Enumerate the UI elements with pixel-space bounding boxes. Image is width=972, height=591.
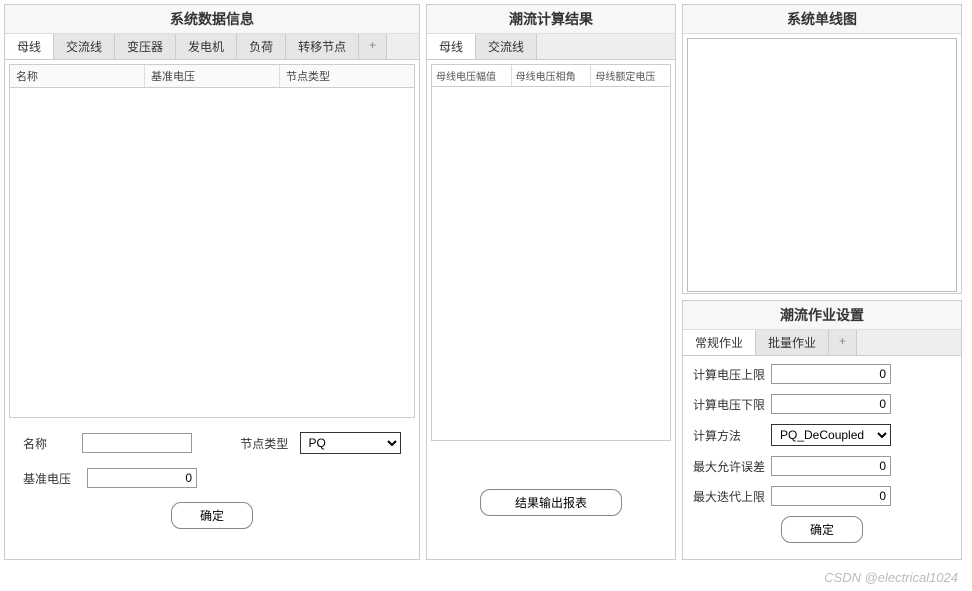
tab-transfer-node[interactable]: 转移节点 [286,34,359,59]
v-lower-label: 计算电压下限 [693,396,771,413]
col-base-voltage: 基准电压 [145,65,280,87]
tab-add[interactable]: + [359,34,387,59]
base-voltage-label: 基准电压 [23,470,79,487]
tab-transformer[interactable]: 变压器 [115,34,176,59]
method-label: 计算方法 [693,427,771,444]
name-input[interactable] [82,433,192,453]
results-tab-ac-line[interactable]: 交流线 [476,34,537,59]
tab-regular-job[interactable]: 常规作业 [683,330,756,355]
system-data-table-header: 名称 基准电压 节点类型 [9,64,415,88]
col-node-type: 节点类型 [280,65,414,87]
tol-input[interactable] [771,456,891,476]
base-voltage-input[interactable] [87,468,197,488]
system-data-title: 系统数据信息 [5,5,419,34]
system-data-submit-button[interactable]: 确定 [171,502,253,529]
system-data-table-body[interactable] [9,88,415,418]
job-settings-submit-button[interactable]: 确定 [781,516,863,543]
watermark: CSDN @electrical1024 [824,570,958,585]
tab-generator[interactable]: 发电机 [176,34,237,59]
job-settings-panel: 潮流作业设置 常规作业 批量作业 + 计算电压上限 计算电压下限 计算方法 PQ… [682,300,962,560]
tab-batch-job[interactable]: 批量作业 [756,330,829,355]
v-upper-input[interactable] [771,364,891,384]
export-report-button[interactable]: 结果输出报表 [480,489,622,516]
v-lower-input[interactable] [771,394,891,414]
single-line-diagram-title: 系统单线图 [683,5,961,34]
job-settings-form: 计算电压上限 计算电压下限 计算方法 PQ_DeCoupled 最大允许误差 最… [683,356,961,559]
col-v-angle: 母线电压相角 [512,65,592,86]
v-upper-label: 计算电压上限 [693,366,771,383]
results-title: 潮流计算结果 [427,5,675,34]
tab-ac-line[interactable]: 交流线 [54,34,115,59]
single-line-diagram-canvas[interactable] [687,38,957,292]
tab-job-add[interactable]: + [829,330,857,355]
results-table-header: 母线电压幅值 母线电压相角 母线额定电压 [431,64,671,87]
job-settings-tabs: 常规作业 批量作业 + [683,330,961,356]
name-label: 名称 [23,435,74,452]
col-name: 名称 [10,65,145,87]
results-tabs: 母线 交流线 [427,34,675,60]
method-select[interactable]: PQ_DeCoupled [771,424,891,446]
system-data-tabs: 母线 交流线 变压器 发电机 负荷 转移节点 + [5,34,419,60]
iter-label: 最大迭代上限 [693,488,771,505]
col-v-rated: 母线额定电压 [591,65,670,86]
col-v-mag: 母线电压幅值 [432,65,512,86]
node-type-label: 节点类型 [240,435,291,452]
tol-label: 最大允许误差 [693,458,771,475]
results-panel: 潮流计算结果 母线 交流线 母线电压幅值 母线电压相角 母线额定电压 结果输出报… [426,4,676,560]
iter-input[interactable] [771,486,891,506]
tab-bus[interactable]: 母线 [5,34,54,59]
node-type-select[interactable]: PQ [300,432,402,454]
results-actions: 结果输出报表 [427,445,675,559]
results-table-body[interactable] [431,87,671,441]
single-line-diagram-panel: 系统单线图 [682,4,962,294]
system-data-form: 名称 节点类型 PQ 基准电压 确定 [5,422,419,549]
tab-load[interactable]: 负荷 [237,34,286,59]
job-settings-title: 潮流作业设置 [683,301,961,330]
results-tab-bus[interactable]: 母线 [427,34,476,59]
system-data-panel: 系统数据信息 母线 交流线 变压器 发电机 负荷 转移节点 + 名称 基准电压 … [4,4,420,560]
